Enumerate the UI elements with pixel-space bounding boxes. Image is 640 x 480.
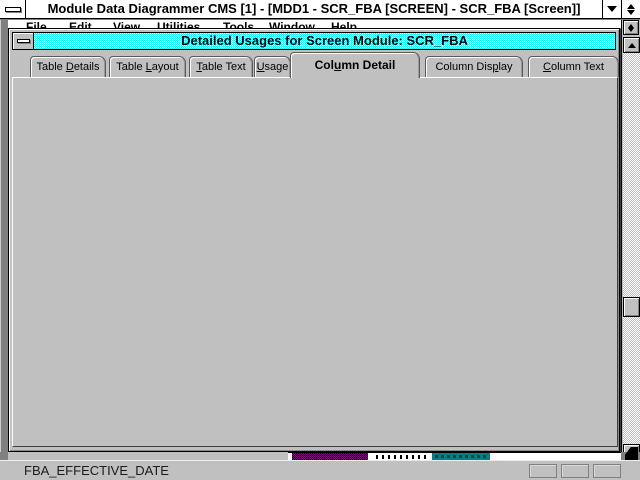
tab-label: Column Dis xyxy=(435,61,492,73)
tab-label: sage xyxy=(265,61,289,73)
window-left-edge xyxy=(0,20,8,460)
system-menu-dash-icon xyxy=(5,7,21,12)
dialog-system-menu-button[interactable] xyxy=(13,33,34,49)
restore-button[interactable] xyxy=(621,0,640,18)
tab-label: Table xyxy=(37,61,66,73)
minimize-icon xyxy=(607,6,617,12)
screen: Module Data Diagrammer CMS [1] - [MDD1 -… xyxy=(0,0,640,480)
tab-column-display[interactable]: Column Display xyxy=(425,56,523,77)
tab-table-layout[interactable]: Table Layout xyxy=(109,56,186,77)
tab-usage[interactable]: Usage xyxy=(254,56,291,77)
scrollbar-track[interactable] xyxy=(623,53,640,444)
menu-item-tools[interactable]: Tools xyxy=(223,20,254,28)
tab-label: able Text xyxy=(202,61,246,73)
detailed-usages-dialog: Detailed Usages for Screen Module: SCR_F… xyxy=(8,28,620,452)
tab-panel-column-detail xyxy=(12,77,618,447)
scroll-up-icon xyxy=(628,43,636,48)
tab-label: lay xyxy=(498,61,512,73)
teal-fragment xyxy=(432,453,490,460)
statusbar-text: FBA_EFFECTIVE_DATE xyxy=(24,463,169,478)
tab-label: Col xyxy=(315,58,334,72)
dialog-title: Detailed Usages for Screen Module: SCR_F… xyxy=(34,33,615,49)
tab-label: mn Detail xyxy=(341,58,395,72)
tab-label: ayout xyxy=(152,61,179,73)
scrollbar-thumb[interactable] xyxy=(623,297,640,317)
menu-item-view[interactable]: View xyxy=(113,20,140,28)
tab-label: etails xyxy=(74,61,100,73)
background-window-strip xyxy=(0,452,640,460)
dialog-system-menu-dash-icon xyxy=(17,39,30,43)
main-titlebar: Module Data Diagrammer CMS [1] - [MDD1 -… xyxy=(0,0,640,19)
menu-item-edit[interactable]: Edit xyxy=(69,20,92,28)
minimize-button[interactable] xyxy=(602,0,621,18)
scroll-up-button[interactable] xyxy=(623,37,640,53)
main-window-title: Module Data Diagrammer CMS [1] - [MDD1 -… xyxy=(26,0,602,18)
restore-up-icon xyxy=(627,4,635,9)
tab-column-detail[interactable]: Column Detail xyxy=(290,52,420,78)
statusbar-well xyxy=(529,464,557,478)
tab-label-accel: D xyxy=(66,61,74,73)
tab-label: olumn Text xyxy=(551,61,604,73)
tab-label-accel: U xyxy=(257,61,265,73)
tab-table-text[interactable]: Table Text xyxy=(189,56,253,77)
tab-label: Table xyxy=(116,61,145,73)
child-restore-down-icon xyxy=(628,28,634,32)
vertical-scrollbar[interactable] xyxy=(623,37,640,460)
main-menubar: File Edit View Utilities Tools Window He… xyxy=(1,20,621,28)
menu-item-file[interactable]: File xyxy=(26,20,47,28)
dialog-titlebar: Detailed Usages for Screen Module: SCR_F… xyxy=(12,32,616,50)
tab-table-details[interactable]: Table Details xyxy=(30,56,106,77)
main-system-menu-button[interactable] xyxy=(0,0,26,18)
child-restore-button[interactable] xyxy=(623,20,639,35)
statusbar: FBA_EFFECTIVE_DATE xyxy=(0,460,640,480)
statusbar-well xyxy=(593,464,621,478)
text-fragment xyxy=(376,455,426,459)
purple-fragment xyxy=(292,453,368,460)
statusbar-well xyxy=(561,464,589,478)
tab-label-accel: C xyxy=(543,61,551,73)
menu-item-utilities[interactable]: Utilities xyxy=(157,20,200,28)
background-window-right-edge xyxy=(621,20,640,460)
menu-item-window[interactable]: Window xyxy=(269,20,315,28)
tab-column-text[interactable]: Column Text xyxy=(528,56,619,77)
restore-down-icon xyxy=(627,10,635,15)
menu-item-help[interactable]: Help xyxy=(331,20,357,28)
